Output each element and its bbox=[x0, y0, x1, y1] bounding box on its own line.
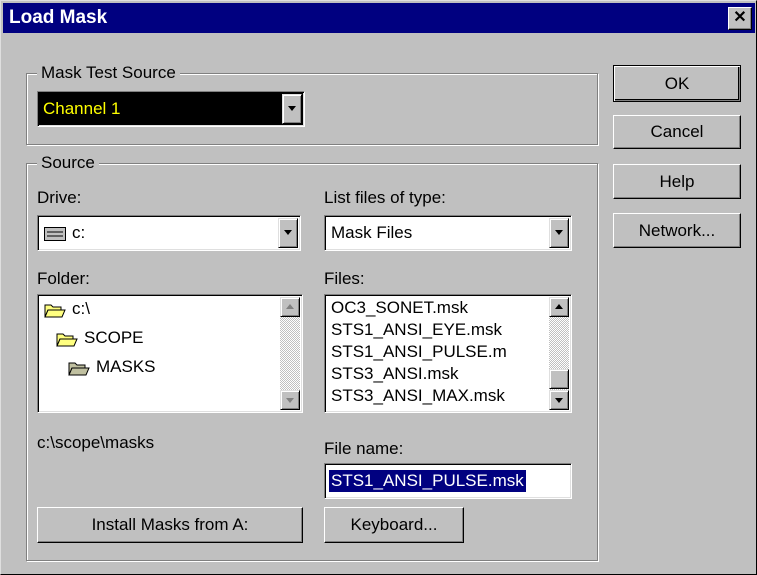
file-type-combo[interactable]: Mask Files bbox=[324, 215, 572, 251]
keyboard-button[interactable]: Keyboard... bbox=[324, 507, 464, 543]
chevron-down-icon bbox=[288, 106, 296, 111]
scroll-down-button[interactable] bbox=[549, 390, 569, 410]
drive-label: Drive: bbox=[37, 188, 82, 207]
files-label: Files: bbox=[324, 269, 365, 288]
arrow-up-icon bbox=[555, 304, 563, 309]
network-button[interactable]: Network... bbox=[613, 213, 741, 248]
scroll-up-button[interactable] bbox=[280, 297, 300, 317]
arrow-up-icon bbox=[286, 304, 294, 309]
arrow-down-icon bbox=[555, 398, 563, 403]
folder-item-label: MASKS bbox=[96, 357, 156, 376]
folder-label: Folder: bbox=[37, 269, 90, 288]
open-folder-icon bbox=[68, 362, 90, 376]
open-folder-icon bbox=[56, 333, 78, 347]
file-type-label: List files of type: bbox=[324, 188, 446, 207]
title-bar[interactable]: Load Mask ✕ bbox=[3, 3, 755, 33]
cancel-button[interactable]: Cancel bbox=[613, 115, 741, 149]
drive-value: c: bbox=[44, 222, 85, 244]
file-type-value: Mask Files bbox=[331, 223, 413, 242]
open-folder-icon bbox=[44, 304, 66, 318]
folder-item-label: c:\ bbox=[72, 299, 90, 318]
scroll-up-button[interactable] bbox=[549, 297, 569, 317]
current-path: c:\scope\masks bbox=[37, 433, 155, 452]
ok-button[interactable]: OK bbox=[613, 65, 741, 102]
file-name-field[interactable]: STS1_ANSI_PULSE.msk bbox=[324, 463, 572, 499]
folder-item-masks[interactable]: MASKS bbox=[68, 356, 156, 378]
file-name-label: File name: bbox=[324, 439, 404, 458]
arrow-down-icon bbox=[286, 398, 294, 403]
mask-test-source-label: Mask Test Source bbox=[37, 63, 180, 83]
drive-dropdown-button[interactable] bbox=[278, 218, 298, 248]
window-title: Load Mask bbox=[9, 7, 108, 28]
list-item[interactable]: OC3_SONET.msk bbox=[331, 298, 468, 318]
files-list[interactable]: OC3_SONET.msk STS1_ANSI_EYE.msk STS1_ANS… bbox=[324, 294, 572, 413]
folder-item-root[interactable]: c:\ bbox=[44, 298, 90, 320]
drive-value-text: c: bbox=[72, 223, 86, 242]
files-scrollbar[interactable] bbox=[549, 297, 569, 410]
file-type-dropdown-button[interactable] bbox=[549, 218, 569, 248]
help-button[interactable]: Help bbox=[613, 164, 741, 199]
folder-item-scope[interactable]: SCOPE bbox=[56, 327, 144, 349]
mask-test-source-combo[interactable]: Channel 1 bbox=[37, 91, 305, 127]
install-masks-button[interactable]: Install Masks from A: bbox=[37, 507, 303, 543]
list-item[interactable]: STS3_ANSI_MAX.msk bbox=[331, 386, 505, 406]
list-item[interactable]: STS1_ANSI_EYE.msk bbox=[331, 320, 502, 340]
list-item[interactable]: STS3_ANSI.msk bbox=[331, 364, 459, 384]
list-item[interactable]: STS1_ANSI_PULSE.m bbox=[331, 342, 507, 362]
mask-test-source-group: Mask Test Source Channel 1 bbox=[26, 63, 598, 145]
hard-drive-icon bbox=[44, 226, 66, 241]
folder-scrollbar[interactable] bbox=[280, 297, 300, 410]
file-name-value: STS1_ANSI_PULSE.msk bbox=[329, 470, 526, 492]
chevron-down-icon bbox=[284, 230, 292, 235]
scroll-down-button[interactable] bbox=[280, 390, 300, 410]
folder-item-label: SCOPE bbox=[84, 328, 144, 347]
close-icon: ✕ bbox=[733, 9, 747, 26]
mask-test-source-value: Channel 1 bbox=[43, 99, 121, 118]
drive-combo[interactable]: c: bbox=[37, 215, 301, 251]
folder-list[interactable]: c:\ SCOPE MASKS bbox=[37, 294, 303, 413]
mask-test-source-dropdown-button[interactable] bbox=[282, 94, 302, 124]
chevron-down-icon bbox=[555, 230, 563, 235]
load-mask-dialog: Load Mask ✕ Mask Test Source Channel 1 S… bbox=[0, 0, 757, 575]
close-button[interactable]: ✕ bbox=[728, 7, 752, 30]
source-group-label: Source bbox=[37, 153, 99, 173]
scroll-thumb[interactable] bbox=[549, 369, 569, 389]
